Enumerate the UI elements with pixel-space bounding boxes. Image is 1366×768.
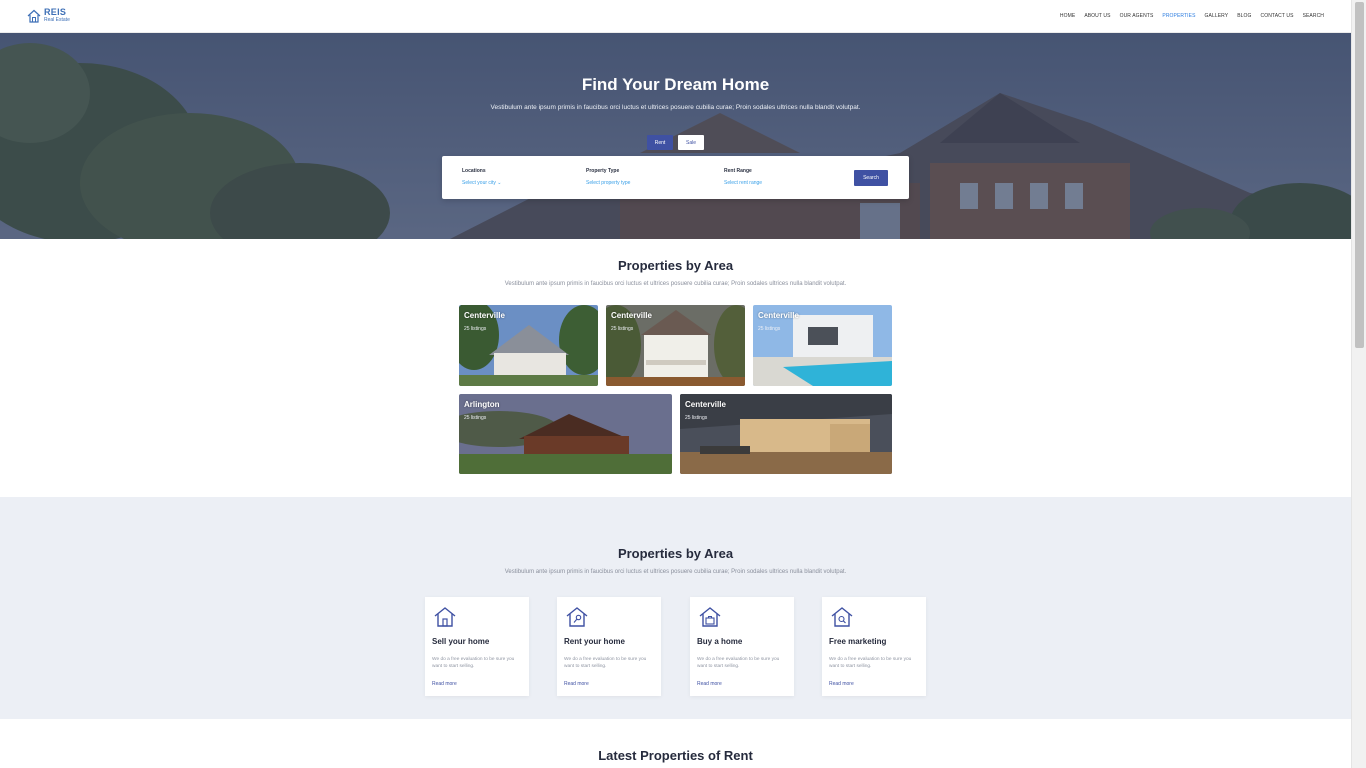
area-listings-count: 25 listings	[611, 326, 634, 332]
rent-range-field[interactable]: Rent Range Select rent range	[724, 168, 762, 186]
rent-range-label: Rent Range	[724, 168, 752, 174]
page: REIS Real Estate HOME ABOUT US OUR AGENT…	[0, 0, 1351, 768]
nav-blog[interactable]: BLOG	[1237, 13, 1251, 19]
areas-title: Properties by Area	[617, 258, 734, 273]
nav-search[interactable]: SEARCH	[1303, 13, 1324, 19]
nav-contact-us[interactable]: CONTACT US	[1261, 13, 1294, 19]
area-listings-count: 25 listings	[685, 415, 708, 421]
area-listings-count: 25 listings	[464, 415, 487, 421]
service-title: Buy a home	[697, 637, 743, 646]
chevron-down-icon: ⌄	[497, 180, 502, 186]
house-briefcase-icon	[699, 607, 721, 627]
page-scrollbar[interactable]	[1351, 0, 1366, 768]
area-listings-count: 25 listings	[758, 326, 781, 332]
area-name: Arlington	[464, 400, 500, 409]
service-card: Rent your home We do a free evaluation t…	[557, 597, 661, 696]
house-search-icon	[831, 607, 853, 627]
search-button[interactable]: Search	[854, 170, 888, 186]
property-type-label: Property Type	[586, 168, 620, 174]
property-type-field[interactable]: Property Type Select property type	[586, 168, 630, 186]
service-description: We do a free evaluation to be sure you w…	[829, 657, 912, 669]
hero-subtitle: Vestibulum ante ipsum primis in faucibus…	[490, 104, 861, 111]
area-name: Centerville	[611, 311, 652, 320]
nav-home[interactable]: HOME	[1060, 13, 1075, 19]
service-title: Free marketing	[829, 637, 887, 646]
services-section: Properties by Area Vestibulum ante ipsum…	[0, 497, 1351, 719]
house-door-icon	[434, 607, 456, 627]
search-mode-tabs: Rent Sale	[647, 135, 704, 150]
area-card[interactable]: Centerville 25 listings	[753, 305, 892, 386]
house-key-icon	[566, 607, 588, 627]
area-listings-count: 25 listings	[464, 326, 487, 332]
property-search-form: Locations Select your city ⌄ Property Ty…	[442, 156, 909, 199]
area-name: Centerville	[685, 400, 726, 409]
area-card[interactable]: Centerville 25 listings	[606, 305, 745, 386]
service-description: We do a free evaluation to be sure you w…	[564, 657, 647, 669]
location-label: Locations	[462, 168, 486, 174]
logo[interactable]: REIS Real Estate	[27, 8, 70, 23]
tab-sale[interactable]: Sale	[678, 135, 704, 150]
areas-subtitle: Vestibulum ante ipsum primis in faucibus…	[504, 281, 847, 287]
area-name: Centerville	[758, 311, 799, 320]
location-field[interactable]: Locations Select your city ⌄	[462, 168, 502, 186]
service-card: Sell your home We do a free evaluation t…	[425, 597, 529, 696]
services-title: Properties by Area	[617, 546, 734, 561]
nav-properties[interactable]: PROPERTIES	[1162, 13, 1195, 19]
location-select[interactable]: Select your city ⌄	[462, 180, 502, 186]
nav-about-us[interactable]: ABOUT US	[1084, 13, 1110, 19]
nav-our-agents[interactable]: OUR AGENTS	[1120, 13, 1154, 19]
latest-properties-title: Latest Properties of Rent	[598, 748, 753, 763]
services-subtitle: Vestibulum ante ipsum primis in faucibus…	[504, 569, 847, 575]
read-more-link[interactable]: Read more	[432, 681, 457, 687]
tab-rent[interactable]: Rent	[647, 135, 673, 150]
rent-range-select[interactable]: Select rent range	[724, 180, 762, 186]
house-logo-icon	[27, 9, 41, 23]
area-card[interactable]: Centerville 25 listings	[459, 305, 598, 386]
service-card: Free marketing We do a free evaluation t…	[822, 597, 926, 696]
nav-gallery[interactable]: GALLERY	[1205, 13, 1229, 19]
hero-banner: Find Your Dream Home Vestibulum ante ips…	[0, 33, 1351, 239]
brand-name: REIS	[44, 7, 67, 17]
service-card: Buy a home We do a free evaluation to be…	[690, 597, 794, 696]
service-title: Rent your home	[564, 637, 625, 646]
area-card[interactable]: Arlington 25 listings	[459, 394, 672, 474]
scrollbar-thumb[interactable]	[1355, 2, 1364, 348]
service-description: We do a free evaluation to be sure you w…	[432, 657, 515, 669]
service-description: We do a free evaluation to be sure you w…	[697, 657, 780, 669]
property-type-select[interactable]: Select property type	[586, 180, 630, 186]
main-nav: HOME ABOUT US OUR AGENTS PROPERTIES GALL…	[1060, 13, 1324, 19]
site-header: REIS Real Estate HOME ABOUT US OUR AGENT…	[0, 0, 1351, 33]
brand-tagline: Real Estate	[44, 17, 70, 23]
area-card[interactable]: Centerville 25 listings	[680, 394, 892, 474]
area-name: Centerville	[464, 311, 505, 320]
service-title: Sell your home	[432, 637, 490, 646]
hero-title: Find Your Dream Home	[581, 75, 770, 94]
read-more-link[interactable]: Read more	[697, 681, 722, 687]
read-more-link[interactable]: Read more	[564, 681, 589, 687]
read-more-link[interactable]: Read more	[829, 681, 854, 687]
